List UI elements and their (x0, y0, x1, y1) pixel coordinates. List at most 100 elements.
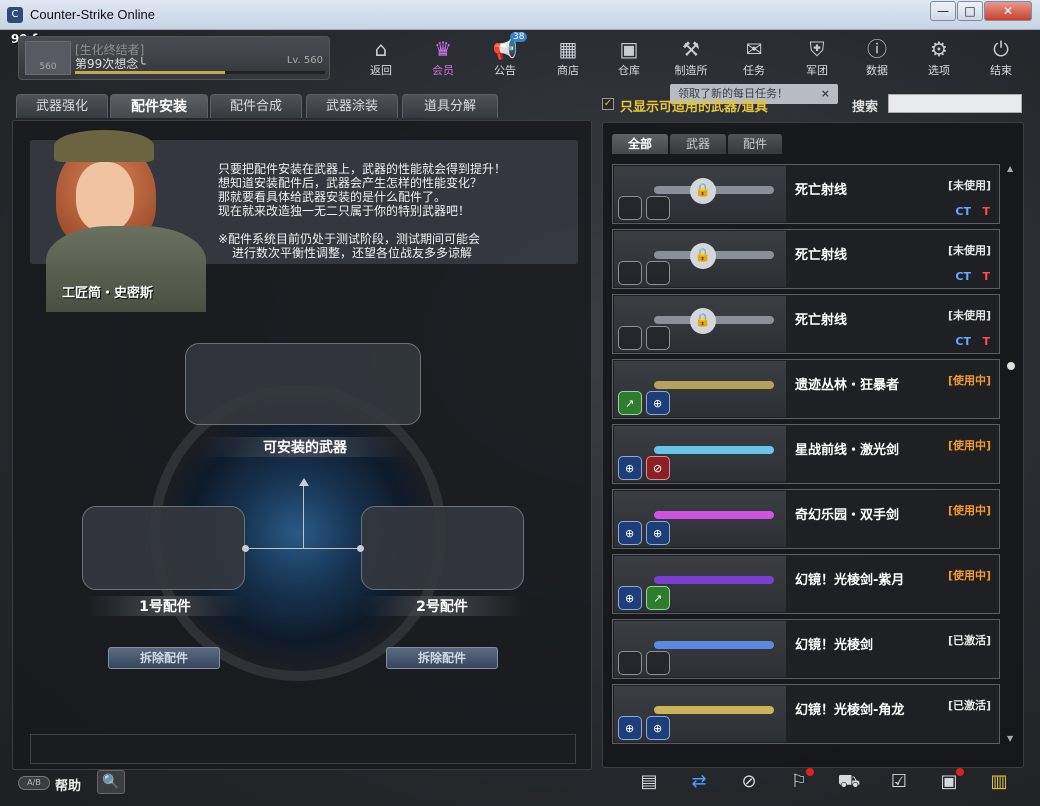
nav-home-button[interactable]: ⌂ 返回 (350, 36, 412, 80)
item-name: 奇幻乐园・双手剑 (795, 508, 900, 523)
part-slot-icon: ↗ (618, 391, 642, 415)
item-row[interactable]: ⊕ ⊕ 奇幻乐园・双手剑 [使用中] (612, 489, 1000, 549)
subtab-parts[interactable]: 配件 (728, 134, 782, 154)
help-toggle[interactable]: A/B (18, 776, 50, 790)
item-status: [已激活] (947, 699, 991, 712)
run-icon[interactable]: ⚐ (784, 768, 814, 796)
minimize-button[interactable]: — (930, 1, 956, 21)
tab-part-synthesis[interactable]: 配件合成 (210, 94, 302, 118)
nav-clan-button[interactable]: ⛨ 军团 (786, 36, 848, 80)
remove-part-1-button[interactable]: 拆除配件 (108, 647, 220, 669)
nav-forge-button[interactable]: ⚒ 制造所 (660, 36, 722, 80)
team-ct-label: CT (955, 335, 971, 348)
item-row[interactable]: 🔒 死亡射线 [未使用] CT T (612, 294, 1000, 354)
help-label: 帮助 (55, 779, 82, 794)
weapon-thumbnail: ⊕ ⊕ (614, 686, 786, 742)
daily-notice-close-button[interactable]: × (821, 84, 830, 104)
connector-line (303, 485, 304, 549)
item-name: 死亡射线 (795, 248, 848, 263)
part-slot-1[interactable] (82, 506, 245, 590)
item-status: [使用中] (947, 569, 991, 582)
part-slot-icon: ⊕ (618, 456, 642, 480)
notification-badge: 38 (510, 32, 528, 42)
weapon-thumbnail (614, 621, 786, 677)
connector-dot (242, 545, 249, 552)
nav-power-button[interactable]: ⏻ 结束 (970, 36, 1032, 80)
cart-icon[interactable]: ⛟ (834, 768, 864, 796)
list-icon[interactable]: ▤ (634, 768, 664, 796)
nav-mission-button[interactable]: ✉ 任务 (723, 36, 785, 80)
npc-line-4: 现在就来改造独一无二只属于你的特别武器吧！ (218, 204, 471, 218)
team-t-label: T (982, 335, 990, 348)
item-row[interactable]: 🔒 死亡射线 [未使用] CT T (612, 229, 1000, 289)
item-name: 幻镜！光棱剑-紫月 (795, 573, 905, 588)
search-icon[interactable]: 🔍 (97, 770, 125, 794)
info-icon: ⓘ (867, 37, 887, 61)
subtab-all[interactable]: 全部 (612, 134, 668, 154)
nav-shop-button[interactable]: ▦ 商店 (537, 36, 599, 80)
scrollbar-thumb[interactable] (1007, 362, 1015, 370)
close-button[interactable]: ✕ (984, 1, 1032, 21)
item-row[interactable]: ⊕ ⊕ 幻镜！光棱剑-角龙 [已激活] (612, 684, 1000, 744)
remove-part-2-button[interactable]: 拆除配件 (386, 647, 498, 669)
nav-crown-button[interactable]: ♛ 会员 (412, 36, 474, 80)
item-row[interactable]: 🔒 死亡射线 [未使用] CT T (612, 164, 1000, 224)
maximize-button[interactable]: □ (957, 1, 983, 21)
nav-inventory-button[interactable]: ▣ 仓库 (598, 36, 660, 80)
weapon-thumbnail: ⊕ ↗ (614, 556, 786, 612)
scroll-up-icon[interactable]: ▲ (1007, 164, 1013, 173)
film-icon[interactable]: ▥ (984, 768, 1014, 796)
filter-checkbox[interactable]: ✓ (602, 98, 614, 110)
team-ct-label: CT (955, 270, 971, 283)
crown-icon: ♛ (434, 37, 452, 61)
nav-label: 仓库 (618, 64, 640, 77)
info-bar (30, 734, 576, 764)
part-slot-1-label: 1号配件 (85, 596, 245, 616)
nav-info-button[interactable]: ⓘ 数据 (846, 36, 908, 80)
part-slot-2[interactable] (361, 506, 524, 590)
checklist-icon[interactable]: ☑ (884, 768, 914, 796)
nav-label: 任务 (743, 64, 765, 77)
search-input[interactable] (888, 94, 1022, 113)
weapon-thumbnail: ↗ ⊕ (614, 361, 786, 417)
part-slot-icon: ⊕ (646, 391, 670, 415)
npc-line-5: ※配件系统目前仍处于测试阶段，测试期间可能会 (218, 232, 481, 246)
lock-icon: 🔒 (690, 243, 716, 269)
player-name: 第99次想念╰ (75, 57, 146, 71)
cs-logo-icon: C (7, 7, 23, 23)
filter-label: 只显示可适用的武器/道具 (620, 100, 768, 115)
compass-icon[interactable]: ⊘ (734, 768, 764, 796)
inventory-icon: ▣ (619, 37, 639, 61)
part-slot-icon (646, 651, 670, 675)
profile-card[interactable]: 560 [生化终结者] 第99次想念╰ Lv. 560 (18, 36, 330, 80)
part-slot-icon (646, 196, 670, 220)
nav-gear-button[interactable]: ⚙ 选项 (908, 36, 970, 80)
weapon-image (654, 511, 774, 519)
tab-part-install[interactable]: 配件安装 (110, 94, 208, 118)
nav-megaphone-button[interactable]: 📢 公告 38 (474, 32, 536, 80)
sync-icon[interactable]: ⇄ (684, 768, 714, 796)
weapon-slot[interactable] (185, 343, 421, 425)
part-slot-icon (618, 196, 642, 220)
item-row[interactable]: ⊕ ↗ 幻镜！光棱剑-紫月 [使用中] (612, 554, 1000, 614)
tab-weapon-paint[interactable]: 武器涂装 (306, 94, 398, 118)
item-row[interactable]: ⊕ ⊘ 星战前线・激光剑 [使用中] (612, 424, 1000, 484)
nav-label: 选项 (928, 64, 950, 77)
arrow-up-icon (299, 478, 309, 486)
item-row[interactable]: ↗ ⊕ 遗迹丛林・狂暴者 [使用中] (612, 359, 1000, 419)
weapon-thumbnail: 🔒 (614, 296, 786, 352)
window-title: Counter-Strike Online (30, 7, 155, 22)
part-slot-icon: ⊕ (618, 586, 642, 610)
alert-dot (956, 768, 964, 776)
scroll-down-icon[interactable]: ▼ (1007, 734, 1013, 743)
subtab-weapons[interactable]: 武器 (670, 134, 726, 154)
part-slot-icon (618, 651, 642, 675)
part-slot-icon (646, 261, 670, 285)
part-slot-icon: ↗ (646, 586, 670, 610)
item-name: 死亡射线 (795, 183, 848, 198)
tab-item-decompose[interactable]: 道具分解 (402, 94, 498, 118)
calendar-check-icon[interactable]: ▣ (934, 768, 964, 796)
item-row[interactable]: 幻镜！光棱剑 [已激活] (612, 619, 1000, 679)
item-name: 星战前线・激光剑 (795, 443, 900, 458)
tab-weapon-enhance[interactable]: 武器强化 (16, 94, 108, 118)
